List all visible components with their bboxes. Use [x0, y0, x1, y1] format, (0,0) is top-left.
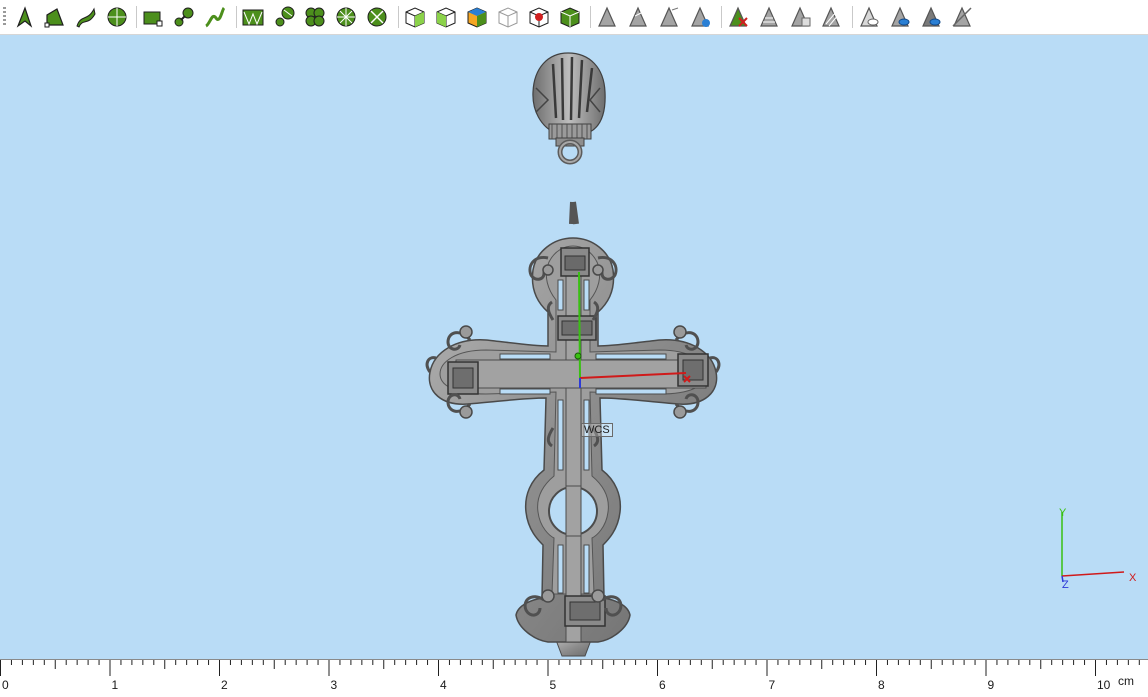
wheel-cut-icon [367, 7, 387, 27]
box-color-icon [467, 7, 487, 28]
node-circle-icon [275, 6, 295, 27]
scene [425, 52, 1125, 657]
toolbar-separator [136, 6, 137, 28]
triangle-stripe-icon [822, 6, 840, 27]
3d-viewport[interactable]: WCS Y Z X [0, 35, 1148, 659]
triangle-eye-dark-button[interactable] [918, 4, 944, 30]
ruler-ticks [0, 660, 1140, 676]
triangle-gray-3-button[interactable] [656, 4, 682, 30]
triangle-eye-dark-icon [922, 6, 941, 27]
ruler-number: 3 [330, 678, 338, 692]
axis-z-label: Z [1062, 579, 1069, 591]
wheel-cut-button[interactable] [364, 4, 390, 30]
ruler-number: 4 [440, 678, 447, 692]
box-front-icon [436, 7, 456, 28]
triangle-eye-blue-button[interactable] [887, 4, 913, 30]
spline-icon [205, 6, 226, 28]
box-wire-icon [498, 7, 518, 28]
toolbar-separator [590, 6, 591, 28]
ruler-number: 5 [549, 678, 557, 692]
ruler-number: 0 [2, 678, 9, 692]
pattern-clover-icon [305, 7, 325, 27]
spline-button[interactable] [202, 4, 228, 30]
toolbar-grip[interactable] [3, 7, 6, 27]
triangle-slash-button[interactable] [949, 4, 975, 30]
select-tool-button[interactable] [11, 4, 37, 30]
rectangle-node-icon [143, 11, 163, 27]
triangle-delete-icon [729, 6, 748, 27]
toolbar-separator [852, 6, 853, 28]
triangle-blue-icon [691, 6, 710, 27]
axis-x-label: X [1129, 572, 1137, 584]
pattern-clover-button[interactable] [302, 4, 328, 30]
triangle-gray-1-icon [598, 6, 616, 27]
draw-polyline-icon [44, 8, 64, 28]
ruler-number: 6 [659, 678, 666, 692]
triangle-gray-3-icon [660, 6, 679, 27]
ruler-number: 10 [1097, 678, 1111, 692]
triangle-eye-button[interactable] [856, 4, 882, 30]
box-view-button[interactable] [402, 4, 428, 30]
triangle-grid-icon [760, 6, 778, 27]
draw-curve-icon [76, 7, 96, 28]
box-green-icon [560, 7, 580, 28]
draw-polyline-button[interactable] [42, 4, 68, 30]
wheel-pattern-button[interactable] [333, 4, 359, 30]
node-link-icon [174, 7, 194, 27]
circle-grid-button[interactable] [104, 4, 130, 30]
box-color-button[interactable] [464, 4, 490, 30]
triangle-copy-button[interactable] [787, 4, 813, 30]
horizontal-ruler: 0 1 2 3 4 5 6 7 8 9 10 cm [0, 659, 1148, 697]
main-toolbar [0, 0, 1148, 35]
ruler-number: 2 [221, 678, 228, 692]
mesh-vector-button[interactable] [240, 4, 266, 30]
box-red-face-icon [529, 7, 549, 28]
mesh-vector-icon [242, 9, 264, 26]
triangle-eye-icon [860, 6, 879, 27]
axis-triad [1061, 512, 1125, 583]
triangle-grid-button[interactable] [756, 4, 782, 30]
circle-grid-icon [107, 7, 127, 27]
triangle-eye-blue-icon [891, 6, 910, 27]
triangle-stripe-button[interactable] [818, 4, 844, 30]
ruler-number: 8 [878, 678, 885, 692]
triangle-delete-button[interactable] [725, 4, 751, 30]
wheel-pattern-icon [336, 7, 356, 27]
ruler-unit-label: cm [1118, 674, 1134, 688]
triangle-gray-2-icon [629, 6, 647, 27]
triangle-copy-icon [791, 6, 811, 27]
select-tool-icon [16, 6, 33, 28]
ruler-number: 7 [768, 678, 776, 692]
toolbar-separator [398, 6, 399, 28]
rectangle-node-button[interactable] [140, 4, 166, 30]
triangle-gray-2-button[interactable] [625, 4, 651, 30]
ruler-number: 1 [111, 678, 119, 692]
triangle-slash-icon [952, 6, 972, 27]
box-view-icon [405, 7, 425, 28]
box-wire-button[interactable] [495, 4, 521, 30]
box-red-face-button[interactable] [526, 4, 552, 30]
box-front-button[interactable] [433, 4, 459, 30]
node-circle-button[interactable] [271, 4, 297, 30]
bail-model[interactable] [532, 52, 606, 165]
triangle-blue-button[interactable] [687, 4, 713, 30]
cross-model[interactable] [425, 201, 721, 657]
toolbar-separator [721, 6, 722, 28]
axis-y-label: Y [1059, 507, 1067, 519]
triangle-gray-1-button[interactable] [594, 4, 620, 30]
draw-curve-button[interactable] [73, 4, 99, 30]
toolbar-separator [236, 6, 237, 28]
node-link-button[interactable] [171, 4, 197, 30]
wcs-label: WCS [581, 423, 613, 437]
box-green-button[interactable] [557, 4, 583, 30]
ruler-number: 9 [987, 678, 995, 692]
